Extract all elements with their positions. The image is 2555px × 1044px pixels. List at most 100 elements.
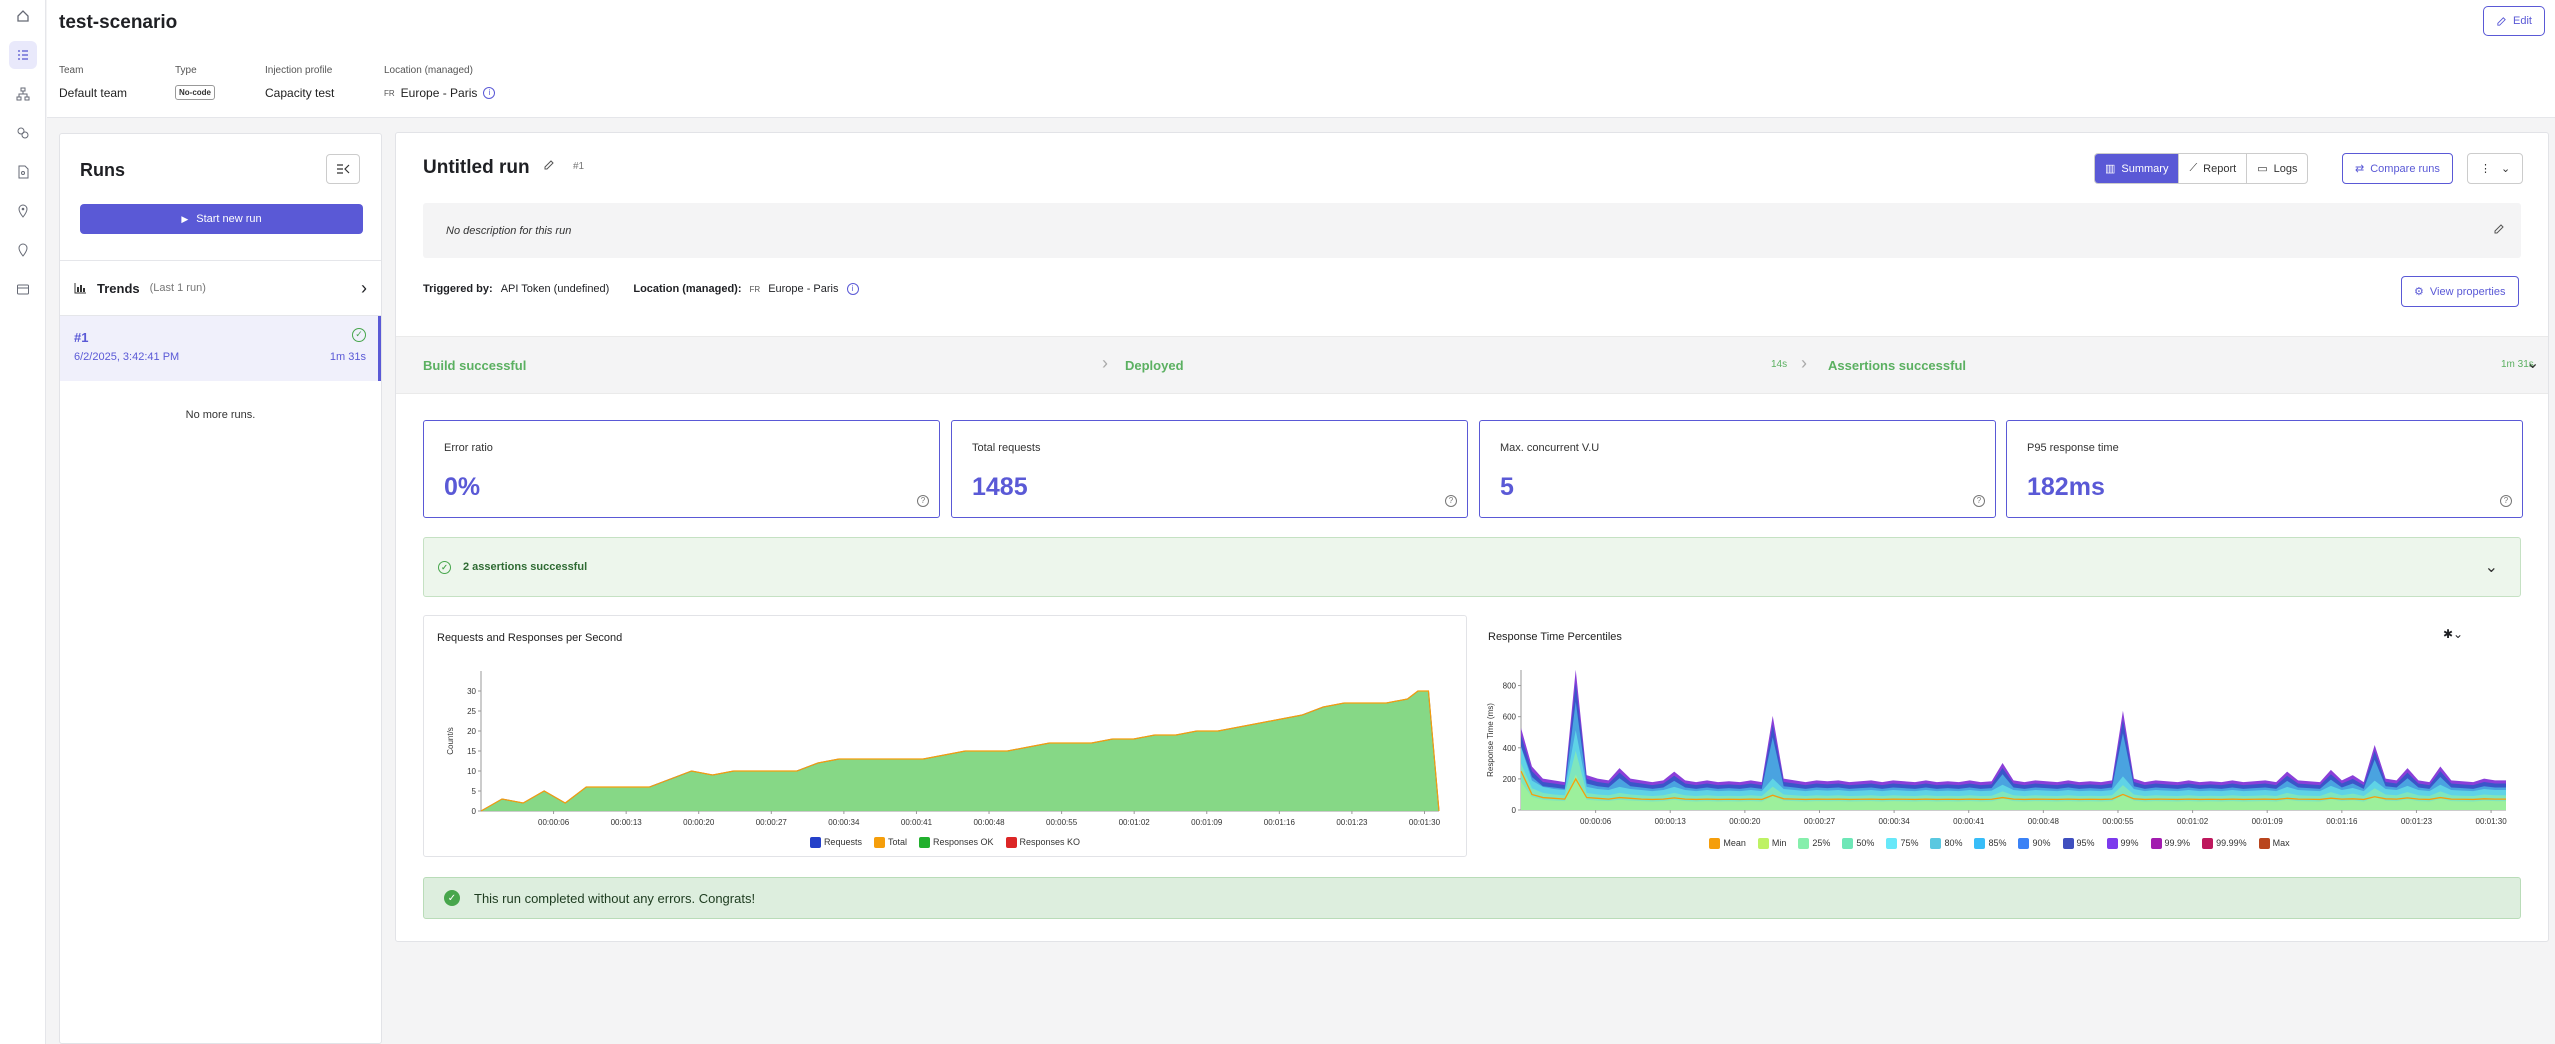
scenarios-list-icon[interactable]: [9, 41, 37, 69]
legend-item[interactable]: Total: [873, 836, 907, 848]
x-tick-label: 00:00:55: [1046, 818, 1078, 827]
summary-icon: ▥: [2105, 163, 2116, 175]
play-icon: ▶: [181, 213, 189, 224]
location-value: FR Europe - Paris i: [384, 86, 496, 100]
metric-card-p95: P95 response time 182ms ?: [2006, 420, 2523, 518]
y-tick-label: 0: [472, 807, 477, 816]
x-tick-label: 00:00:06: [538, 818, 570, 827]
info-icon[interactable]: i: [483, 87, 496, 99]
info-icon[interactable]: i: [846, 283, 859, 295]
x-tick-label: 00:00:48: [2028, 817, 2060, 826]
y-axis-label: Count/s: [446, 727, 455, 755]
metric-label: Max. concurrent V.U: [1500, 442, 1600, 454]
file-icon[interactable]: [9, 158, 37, 186]
scenario-header: test-scenario Edit Team Default team Typ…: [47, 0, 2555, 118]
success-check-icon: ✓: [438, 560, 451, 574]
compare-runs-button[interactable]: ⇄ Compare runs: [2342, 153, 2453, 184]
edit-description-icon[interactable]: [2493, 223, 2505, 238]
legend-item[interactable]: Max: [2258, 838, 2290, 849]
legend-item[interactable]: 95%: [2062, 838, 2095, 849]
location-label: Location (managed): [384, 65, 473, 76]
legend-item[interactable]: 99.9%: [2150, 838, 2190, 849]
build-status: Build successful: [423, 358, 527, 373]
tags-icon[interactable]: [9, 119, 37, 147]
success-check-icon: ✓: [444, 890, 460, 906]
kebab-icon: ⋮: [2480, 163, 2491, 175]
legend-item[interactable]: Responses OK: [918, 836, 994, 848]
legend-label: 25%: [1812, 837, 1831, 848]
tab-summary-label: Summary: [2121, 162, 2169, 175]
tab-summary[interactable]: ▥ Summary: [2095, 154, 2180, 183]
run-location-label: Location (managed):: [633, 283, 742, 295]
legend-item[interactable]: 50%: [1842, 838, 1874, 849]
legend-label: 99%: [2120, 837, 2139, 848]
legend-item[interactable]: 99%: [2106, 837, 2139, 849]
legend-swatch: [1798, 838, 1810, 849]
run-pipeline: Build successful › Deployed 14s › Assert…: [396, 336, 2548, 394]
x-tick-label: 00:01:09: [1191, 818, 1223, 827]
legend-label: Requests: [823, 836, 862, 847]
legend-item[interactable]: 99.99%: [2202, 838, 2247, 849]
x-tick-label: 00:01:30: [2476, 817, 2508, 826]
tab-logs[interactable]: ▭ Logs: [2247, 154, 2307, 183]
x-tick-label: 00:00:27: [756, 818, 788, 827]
collapse-panel-button[interactable]: [326, 154, 360, 184]
legend-swatch: [809, 837, 821, 848]
legend-item[interactable]: Requests: [809, 836, 862, 848]
assertions-summary[interactable]: ✓ 2 assertions successful ⌄: [423, 537, 2521, 597]
legend-label: Total: [887, 836, 907, 847]
compare-icon: ⇄: [2355, 163, 2365, 175]
legend-swatch: [1886, 838, 1898, 849]
assertions-status: Assertions successful: [1828, 358, 1967, 373]
metric-label: P95 response time: [2027, 442, 2119, 454]
legend-swatch: [2258, 838, 2270, 849]
view-properties-button[interactable]: ⚙ View properties: [2401, 276, 2519, 307]
x-tick-label: 00:01:16: [1264, 818, 1296, 827]
start-new-run-button[interactable]: ▶ Start new run: [80, 204, 363, 234]
help-icon[interactable]: ?: [917, 495, 929, 507]
y-tick-label: 0: [1512, 806, 1517, 815]
legend-item[interactable]: 25%: [1798, 838, 1830, 849]
requests-chart-panel: Requests and Responses per Second 0 5 10 15…: [423, 615, 1467, 857]
y-tick-label: 25: [467, 707, 476, 716]
edit-button[interactable]: Edit: [2483, 6, 2545, 36]
legend-item[interactable]: Mean: [1709, 838, 1746, 849]
congrats-text: This run completed without any errors. C…: [474, 890, 756, 906]
help-icon[interactable]: ?: [1445, 495, 1457, 507]
legend-item[interactable]: 80%: [1930, 838, 1962, 849]
legend-item[interactable]: 90%: [2018, 838, 2051, 849]
help-icon[interactable]: ?: [1973, 495, 1985, 507]
percentiles-chart-panel: Response Time Percentiles ✱⌄ 0 200 400 600 8…: [1478, 615, 2521, 857]
chevron-down-icon: ⌄: [2484, 559, 2498, 576]
location-flag: FR: [384, 88, 395, 98]
tab-report[interactable]: ⟋ Report: [2179, 154, 2248, 183]
home-icon[interactable]: [9, 2, 37, 30]
legend-item[interactable]: Min: [1757, 838, 1786, 849]
x-tick-label: 00:00:13: [1655, 817, 1687, 826]
calendar-icon[interactable]: [9, 275, 37, 303]
assertions-text: 2 assertions successful: [463, 561, 588, 573]
deployed-time: 14s: [1771, 359, 1788, 370]
legend-label: Responses OK: [932, 836, 994, 847]
help-icon[interactable]: ?: [2500, 495, 2512, 507]
metric-value: 182ms: [2027, 473, 2105, 501]
rename-icon[interactable]: [543, 159, 555, 174]
legend-label: 85%: [1988, 837, 2007, 848]
legend-label: 99.99%: [2216, 837, 2247, 848]
trends-row[interactable]: Trends (Last 1 run) ›: [60, 260, 381, 316]
more-options-button[interactable]: ⋮ ⌄: [2467, 153, 2524, 184]
chevron-right-icon: ›: [1102, 353, 1108, 373]
hierarchy-icon[interactable]: [9, 80, 37, 108]
run-list-item[interactable]: #1 6/2/2025, 3:42:41 PM ✓ 1m 31s: [60, 316, 381, 381]
legend-item[interactable]: 75%: [1886, 838, 1918, 849]
y-tick-label: 20: [467, 727, 476, 736]
expand-chevron-icon[interactable]: ⌄: [2526, 353, 2539, 373]
location-text: Europe - Paris: [400, 86, 478, 100]
y-tick-label: 10: [467, 767, 476, 776]
legend-item[interactable]: Responses KO: [1005, 837, 1080, 848]
type-value: No-code: [175, 84, 215, 100]
map-pin-icon[interactable]: [9, 236, 37, 264]
legend-item[interactable]: 85%: [1974, 838, 2006, 849]
location-pin-icon[interactable]: [9, 197, 37, 225]
x-tick-label: 00:01:16: [2326, 817, 2358, 826]
